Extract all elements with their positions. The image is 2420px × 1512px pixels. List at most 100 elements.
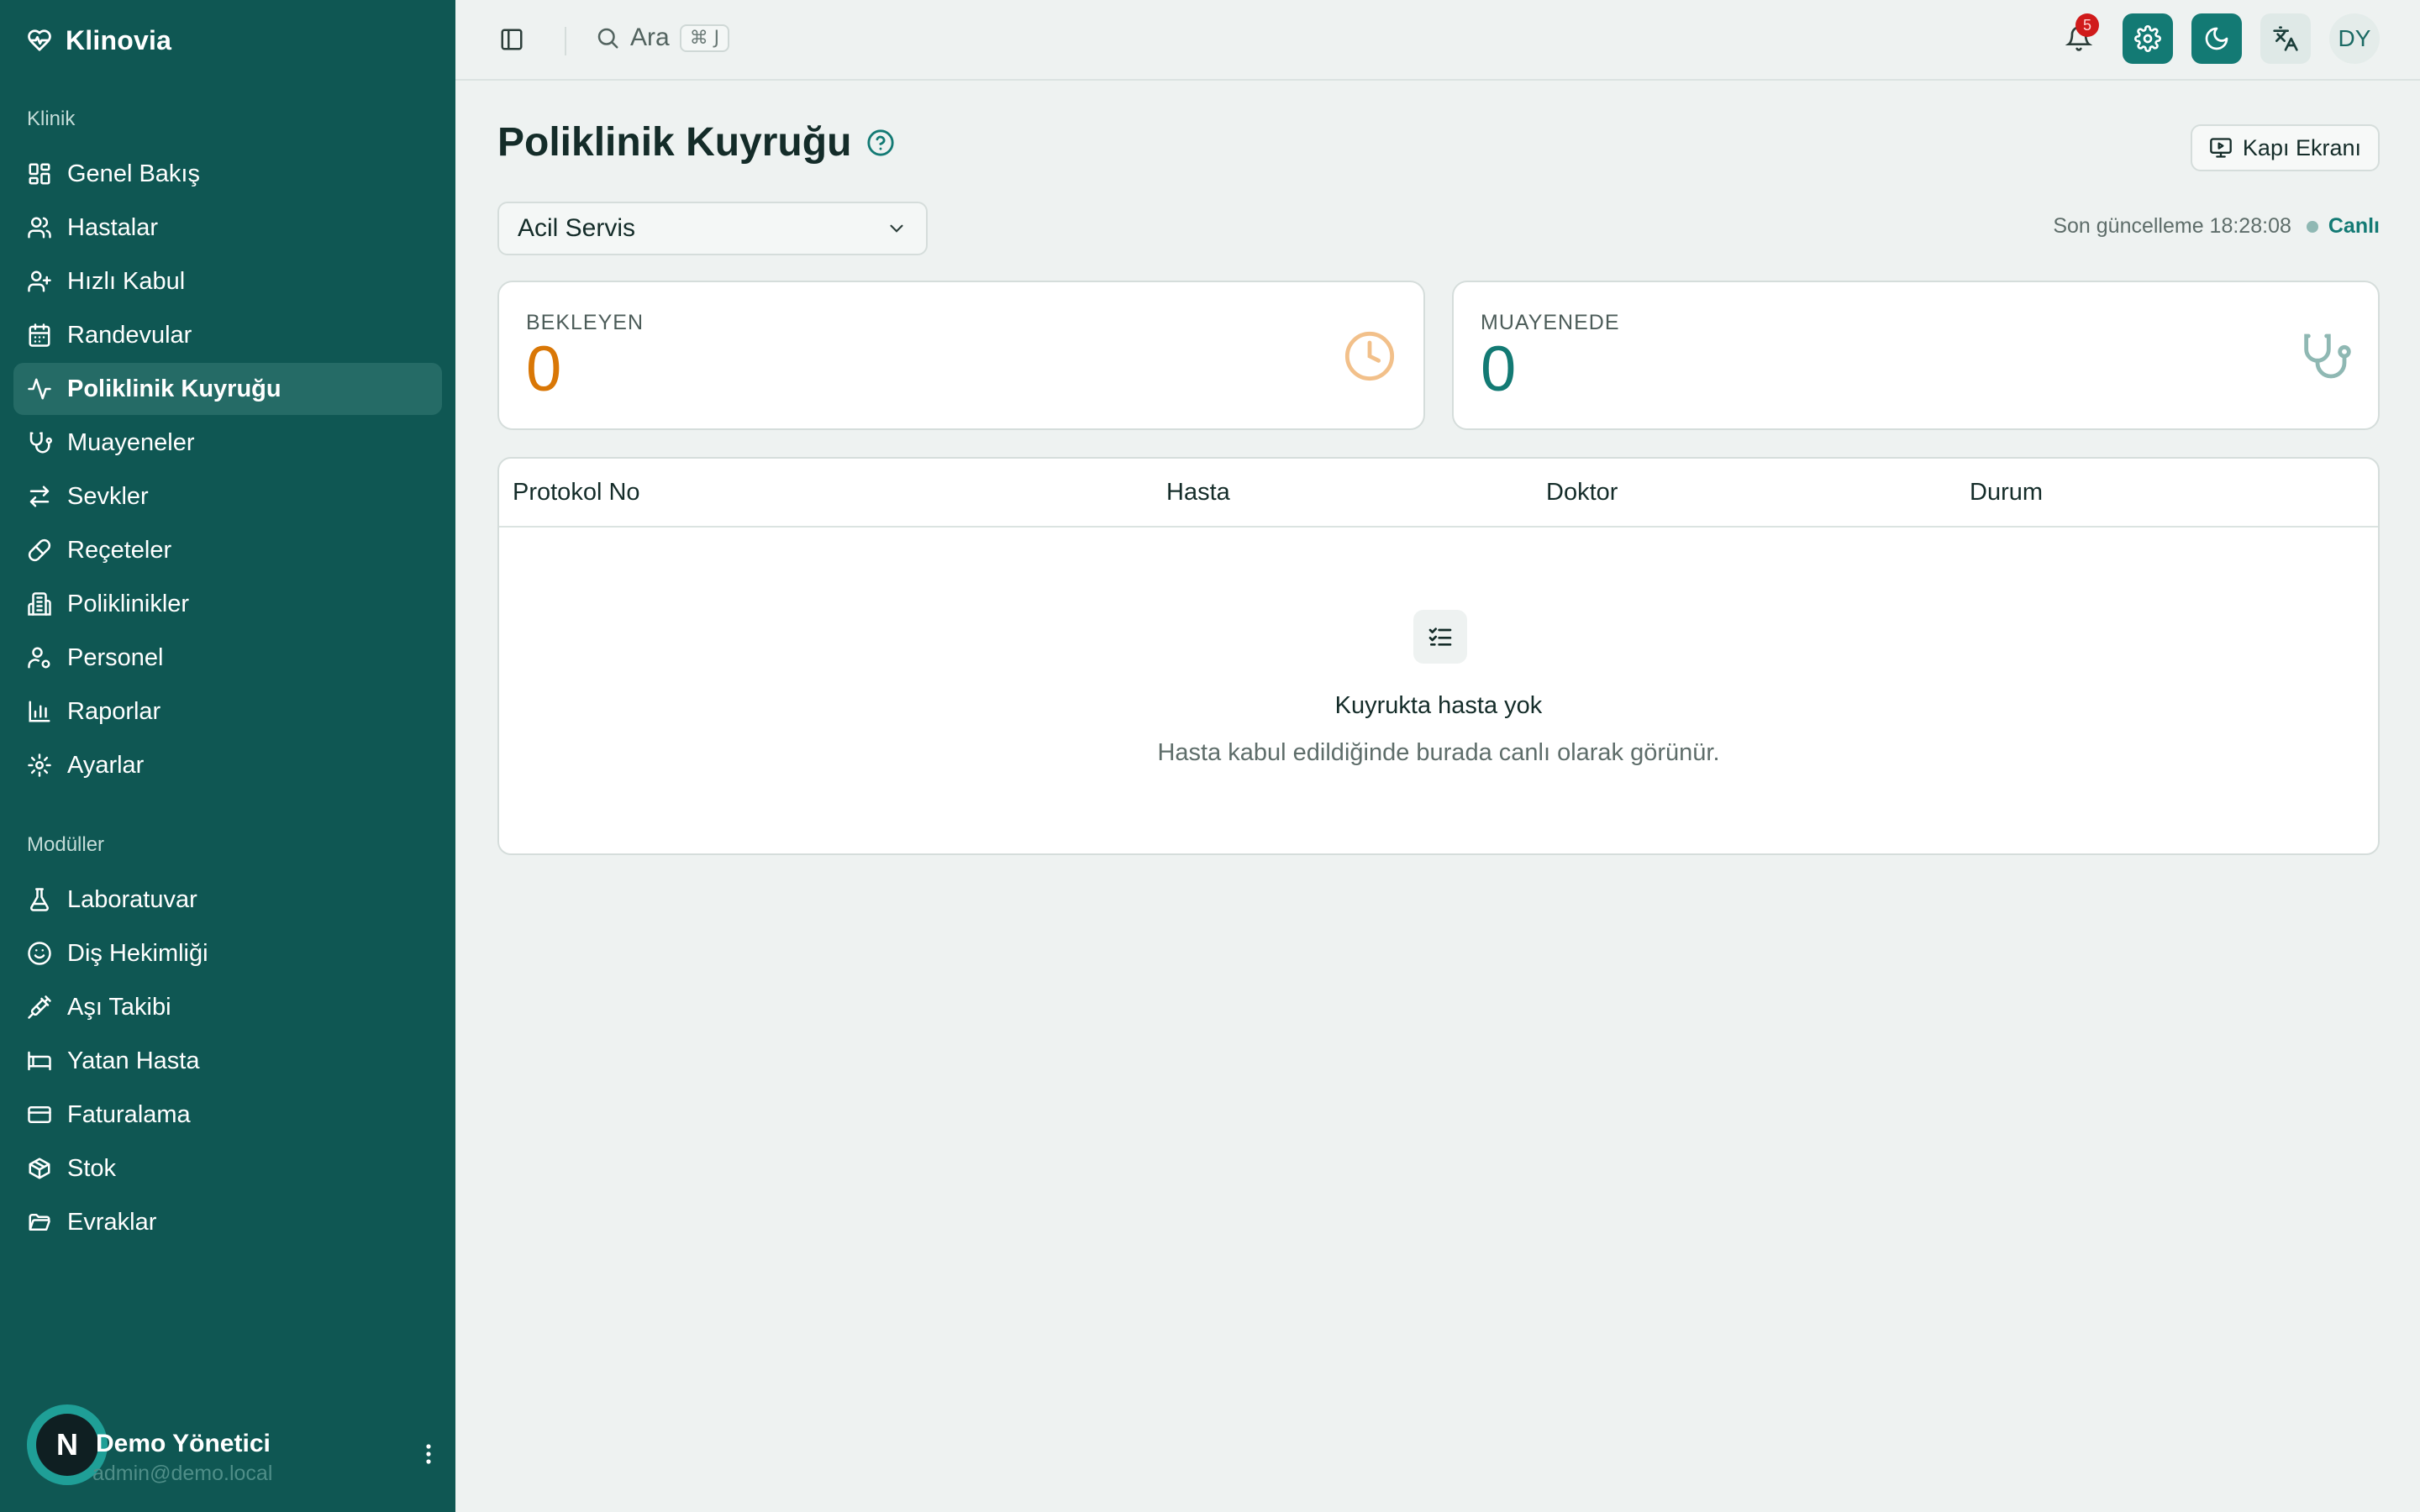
monitor-play-icon: [2209, 136, 2233, 160]
sidebar-item-label: Genel Bakış: [67, 160, 200, 187]
sidebar-item-asi-takibi[interactable]: Aşı Takibi: [13, 981, 442, 1033]
sidebar-item-label: Diş Hekimliği: [67, 939, 208, 967]
activity-icon: [27, 376, 52, 402]
smile-icon: [27, 941, 52, 966]
stat-card-in-exam: MUAYENEDE 0: [1452, 281, 2380, 430]
building-icon: [27, 591, 52, 617]
sidebar-item-laboratuvar[interactable]: Laboratuvar: [13, 874, 442, 926]
user-name: Demo Yönetici: [96, 1430, 271, 1457]
dashboard-icon: [27, 161, 52, 186]
table-header: Protokol No Hasta Doktor Durum: [499, 459, 2378, 528]
live-label: Canlı: [2328, 214, 2380, 238]
column-header-patient[interactable]: Hasta: [1166, 479, 1230, 507]
gear-icon: [2134, 25, 2161, 52]
nav-section-modules: Modüller: [27, 833, 105, 856]
sidebar-item-evraklar[interactable]: Evraklar: [13, 1196, 442, 1248]
syringe-icon: [27, 995, 52, 1020]
sidebar-item-randevular[interactable]: Randevular: [13, 309, 442, 361]
translate-icon: [2272, 25, 2299, 52]
sidebar-item-label: Hastalar: [67, 213, 158, 241]
sidebar-item-ayarlar[interactable]: Ayarlar: [13, 739, 442, 791]
page-title-row: Poliklinik Kuyruğu: [497, 119, 895, 165]
folder-icon: [27, 1210, 52, 1235]
user-profile[interactable]: N Demo Yönetici admin@demo.local: [27, 1404, 439, 1488]
help-circle-icon[interactable]: [866, 129, 895, 157]
sidebar-item-label: Reçeteler: [67, 536, 172, 564]
door-screen-button[interactable]: Kapı Ekranı: [2190, 124, 2380, 171]
sidebar-item-label: Sevkler: [67, 482, 149, 510]
stat-label: MUAYENEDE: [1481, 311, 1620, 334]
nav-clinic: Genel Bakış Hastalar Hızlı Kabul Randevu…: [13, 148, 442, 793]
topbar-actions: 5 DY: [2054, 13, 2380, 64]
bed-icon: [27, 1048, 52, 1074]
calendar-icon: [27, 323, 52, 348]
sidebar-item-genel-bakis[interactable]: Genel Bakış: [13, 148, 442, 200]
door-screen-label: Kapı Ekranı: [2242, 134, 2361, 160]
clinic-select[interactable]: Acil Servis: [497, 202, 928, 255]
notifications-button[interactable]: 5: [2054, 13, 2104, 64]
more-vertical-icon[interactable]: [418, 1441, 439, 1467]
topbar-divider: [565, 27, 566, 55]
sidebar-toggle-icon[interactable]: [499, 27, 524, 52]
sidebar-item-label: Yatan Hasta: [67, 1047, 200, 1074]
column-header-doctor[interactable]: Doktor: [1546, 479, 1618, 507]
sidebar-item-receteler[interactable]: Reçeteler: [13, 524, 442, 576]
user-email: admin@demo.local: [92, 1462, 273, 1485]
sidebar-item-personel[interactable]: Personel: [13, 632, 442, 684]
settings-button[interactable]: [2123, 13, 2173, 64]
sidebar-item-sevkler[interactable]: Sevkler: [13, 470, 442, 522]
sidebar-item-hizli-kabul[interactable]: Hızlı Kabul: [13, 255, 442, 307]
sidebar-item-label: Laboratuvar: [67, 885, 197, 913]
sidebar-item-muayeneler[interactable]: Muayeneler: [13, 417, 442, 469]
clock-icon: [1343, 329, 1397, 383]
clinic-select-value: Acil Servis: [518, 214, 636, 242]
package-icon: [27, 1156, 52, 1181]
sidebar-item-hastalar[interactable]: Hastalar: [13, 202, 442, 254]
sidebar-item-raporlar[interactable]: Raporlar: [13, 685, 442, 738]
page-title: Poliklinik Kuyruğu: [497, 120, 852, 165]
search-shortcut: ⌘ J: [679, 24, 730, 52]
sidebar-item-label: Randevular: [67, 321, 192, 349]
transfer-icon: [27, 484, 52, 509]
brand-name: Klinovia: [66, 24, 172, 55]
sidebar-item-dis-hekimligi[interactable]: Diş Hekimliği: [13, 927, 442, 979]
avatar-letter: N: [36, 1414, 98, 1476]
last-update-row: Son güncelleme 18:28:08 Canlı: [2053, 214, 2380, 239]
last-update-label: Son güncelleme 18:28:08: [2053, 214, 2291, 238]
sidebar-item-label: Muayeneler: [67, 428, 195, 456]
user-avatar-button[interactable]: DY: [2329, 13, 2380, 64]
pill-icon: [27, 538, 52, 563]
empty-state-subtitle: Hasta kabul edildiğinde burada canlı ola…: [1157, 739, 1720, 766]
topbar: Ara ⌘ J 5 DY: [455, 0, 2420, 81]
heart-pulse-icon: [27, 28, 52, 53]
sidebar-item-yatan-hasta[interactable]: Yatan Hasta: [13, 1035, 442, 1087]
stat-value: 0: [1481, 333, 1517, 405]
sidebar-item-label: Aşı Takibi: [67, 993, 171, 1021]
credit-card-icon: [27, 1102, 52, 1127]
search-label: Ara: [630, 24, 670, 51]
column-header-status[interactable]: Durum: [1970, 479, 2043, 507]
sidebar-item-poliklinik-kuyrugu[interactable]: Poliklinik Kuyruğu: [13, 363, 442, 415]
column-header-protocol[interactable]: Protokol No: [513, 479, 640, 507]
notification-badge: 5: [2075, 13, 2099, 37]
theme-toggle-button[interactable]: [2191, 13, 2242, 64]
search-button[interactable]: Ara ⌘ J: [595, 24, 730, 52]
language-button[interactable]: [2260, 13, 2311, 64]
nav-section-clinic: Klinik: [27, 108, 76, 130]
sidebar-item-poliklinikler[interactable]: Poliklinikler: [13, 578, 442, 630]
sidebar-item-label: Poliklinikler: [67, 590, 190, 617]
sidebar-item-faturalama[interactable]: Faturalama: [13, 1089, 442, 1141]
stat-label: BEKLEYEN: [526, 311, 644, 334]
list-checks-icon: [1413, 610, 1467, 664]
sidebar-item-label: Stok: [67, 1154, 117, 1182]
bar-chart-icon: [27, 699, 52, 724]
user-plus-icon: [27, 269, 52, 294]
sidebar-item-label: Raporlar: [67, 697, 161, 725]
nav-modules: Laboratuvar Diş Hekimliği Aşı Takibi Yat…: [13, 874, 442, 1250]
sidebar-item-stok[interactable]: Stok: [13, 1142, 442, 1194]
brand[interactable]: Klinovia: [27, 22, 171, 59]
search-icon: [595, 25, 620, 50]
sidebar-item-label: Poliklinik Kuyruğu: [67, 375, 281, 402]
chevron-down-icon: [886, 218, 908, 239]
stat-value: 0: [526, 333, 562, 405]
